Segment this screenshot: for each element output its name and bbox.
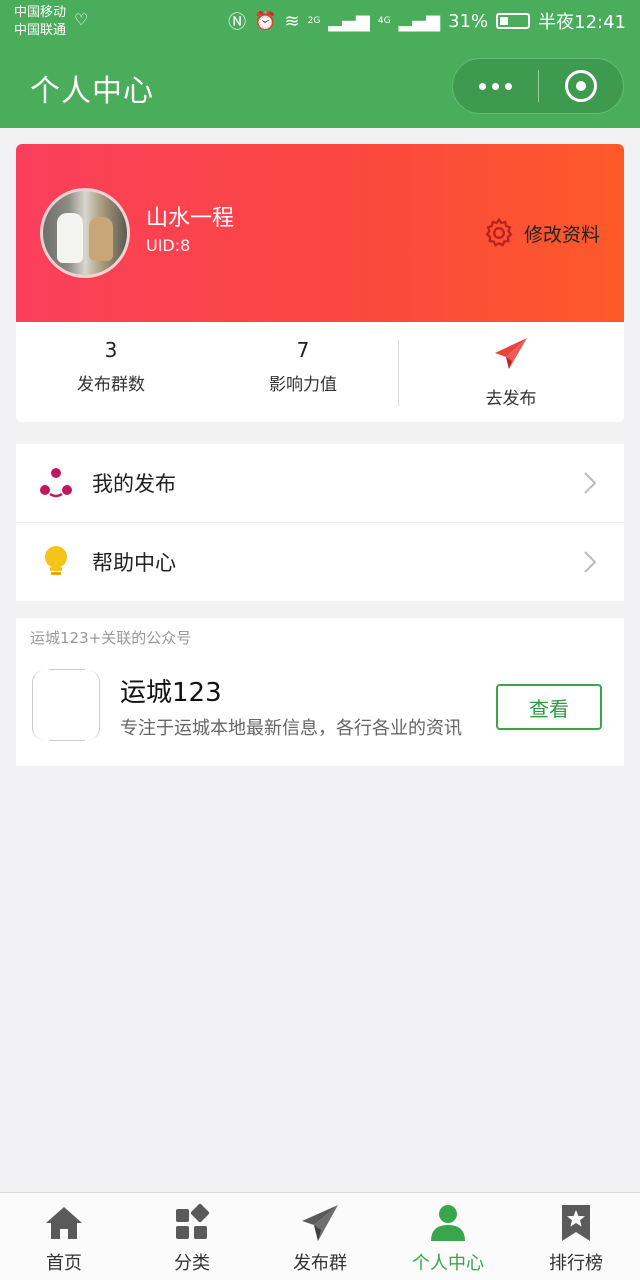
tab-home[interactable]: 首页 <box>0 1193 128 1280</box>
official-account-card: 运城123+关联的公众号 运城123 专注于运城本地最新信息，各行各业的资讯 查… <box>16 618 624 766</box>
official-account-caption: 运城123+关联的公众号 <box>30 629 192 647</box>
user-name: 山水一程 <box>146 206 235 231</box>
tab-label-category: 分类 <box>174 1253 210 1274</box>
battery-percent: 31% <box>448 10 489 32</box>
tab-publish-group[interactable]: 发布群 <box>256 1193 384 1280</box>
more-button[interactable] <box>453 59 538 113</box>
user-uid: UID:8 <box>146 236 191 255</box>
menu-label-my-posts: 我的发布 <box>92 472 176 496</box>
stats-divider <box>398 340 399 406</box>
influence-label: 影响力值 <box>269 375 337 395</box>
edit-profile-label: 修改资料 <box>523 223 600 246</box>
category-icon <box>176 1203 210 1239</box>
signal-icon: ▂▄▆ <box>328 10 370 32</box>
user-icon <box>431 1205 465 1241</box>
menu-item-my-posts[interactable]: 我的发布 <box>16 444 624 523</box>
tab-label-home: 首页 <box>46 1253 82 1274</box>
go-publish-label: 去发布 <box>485 389 537 409</box>
groups-count: 3 <box>104 338 118 362</box>
stats-row: 3 发布群数 7 影响力值 去发布 <box>16 322 624 422</box>
view-account-button[interactable]: 查看 <box>496 684 602 730</box>
battery-icon <box>496 13 531 29</box>
carrier-1: 中国移动 <box>14 5 67 20</box>
stat-influence[interactable]: 7 影响力值 <box>208 338 398 395</box>
tab-profile[interactable]: 个人中心 <box>384 1193 512 1280</box>
tab-bar: 首页 分类 发布群 个人中心 排行榜 <box>0 1192 640 1280</box>
heart-rate-icon: ♡ <box>74 10 89 29</box>
profile-card: 山水一程 UID:8 修改资料 <box>16 144 624 322</box>
go-publish-button[interactable]: 去发布 <box>416 334 606 409</box>
nfc-icon: Ⓝ <box>228 12 247 33</box>
tab-label-ranking: 排行榜 <box>549 1253 603 1274</box>
network-4g: 4G <box>377 16 391 26</box>
official-account-name: 运城123 <box>120 678 222 708</box>
signal-icon-2: ▂▄▆ <box>398 10 441 32</box>
target-circle-icon <box>564 70 597 102</box>
paper-plane-icon <box>495 338 527 369</box>
edit-profile-button[interactable]: 修改资料 <box>482 216 600 250</box>
chevron-right-icon <box>584 472 596 494</box>
stat-groups[interactable]: 3 发布群数 <box>16 338 206 395</box>
tab-ranking[interactable]: 排行榜 <box>512 1193 640 1280</box>
network-2g: 2G <box>307 16 321 26</box>
tab-label-publish-group: 发布群 <box>293 1253 347 1274</box>
status-bar: 中国移动 中国联通 ♡ Ⓝ ⏰ ≋ 2G ▂▄▆ 4G ▂▄▆ 31% 半夜12… <box>0 0 640 44</box>
home-icon <box>46 1207 82 1239</box>
tab-label-profile: 个人中心 <box>412 1253 484 1274</box>
carrier-info: 中国移动 中国联通 <box>14 4 66 40</box>
wifi-icon: ≋ <box>284 10 300 32</box>
official-account-avatar <box>32 669 100 741</box>
close-button[interactable] <box>539 59 623 113</box>
menu-item-help-center[interactable]: 帮助中心 <box>16 523 624 601</box>
more-dot-icon <box>479 82 486 90</box>
gear-icon <box>485 217 513 247</box>
lightbulb-icon <box>45 546 67 575</box>
alarm-icon: ⏰ <box>254 10 277 32</box>
nav-bar: 个人中心 <box>0 44 640 128</box>
influence-value: 7 <box>296 338 310 362</box>
menu-label-help-center: 帮助中心 <box>92 551 176 575</box>
mini-program-capsule <box>452 58 624 114</box>
carrier-2: 中国联通 <box>14 23 67 38</box>
page-title: 个人中心 <box>30 74 154 109</box>
paper-plane-icon <box>302 1205 338 1241</box>
more-dot-icon <box>492 82 499 90</box>
share-nodes-icon <box>40 468 72 498</box>
ranking-icon <box>562 1205 590 1241</box>
official-account-description: 专注于运城本地最新信息，各行各业的资讯 <box>120 718 462 739</box>
clock: 半夜12:41 <box>538 12 626 33</box>
menu-list: 我的发布 帮助中心 <box>16 444 624 601</box>
tab-category[interactable]: 分类 <box>128 1193 256 1280</box>
chevron-right-icon <box>584 551 596 573</box>
groups-label: 发布群数 <box>77 375 145 395</box>
avatar[interactable] <box>40 188 130 278</box>
more-dot-icon <box>505 82 512 90</box>
